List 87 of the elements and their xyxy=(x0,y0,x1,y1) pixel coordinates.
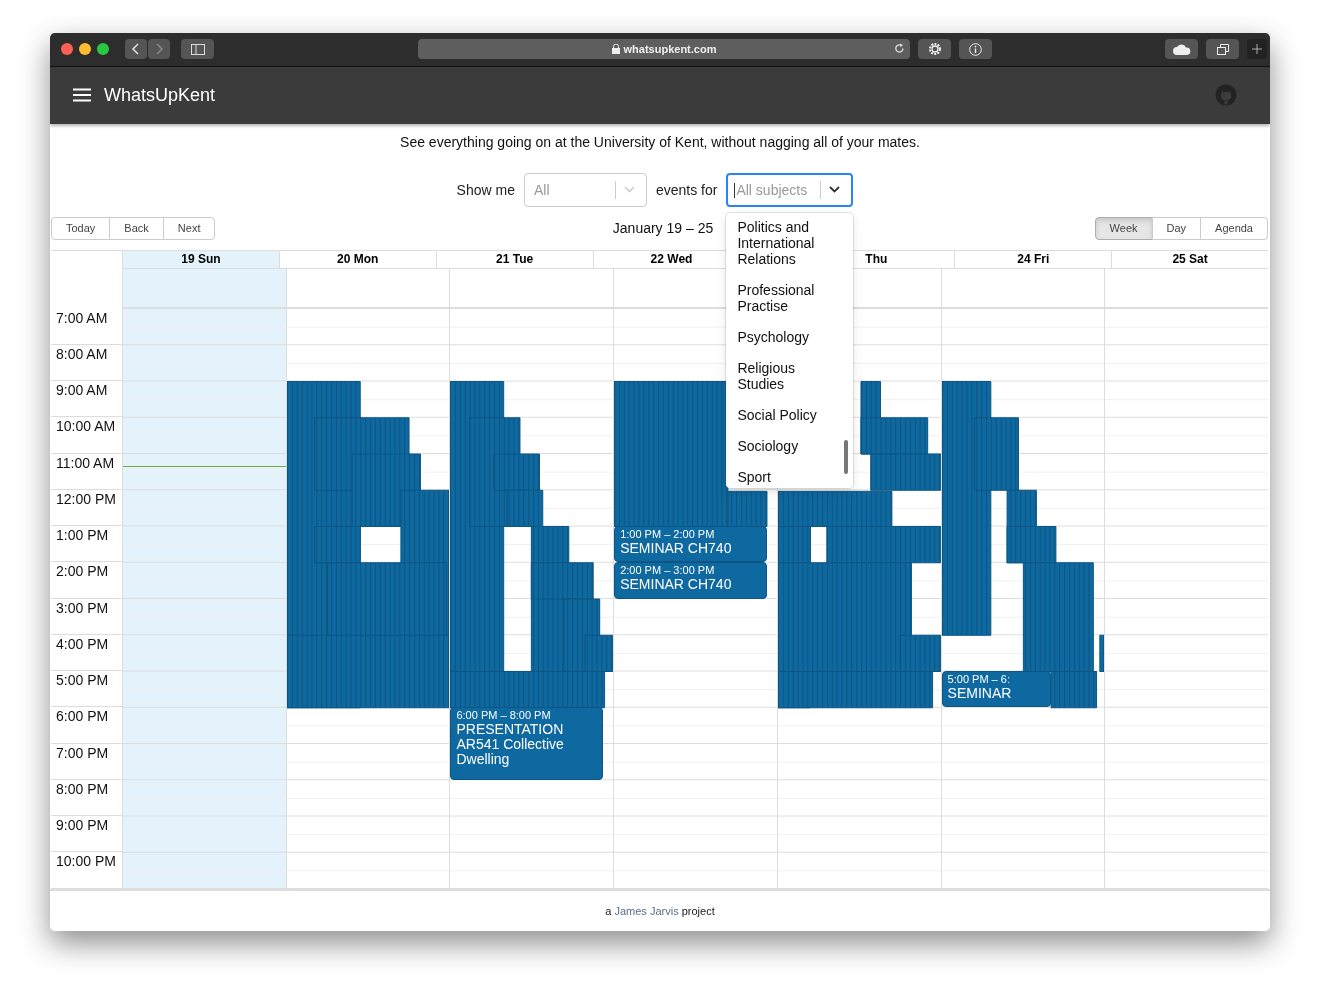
day-header: 24 Fri xyxy=(955,250,1113,269)
cloud-icon xyxy=(1172,43,1191,55)
dropdown-option[interactable]: Religious Studies xyxy=(737,359,842,407)
day-header: 25 Sat xyxy=(1112,250,1268,269)
time-label: 10:00 AM xyxy=(56,418,116,435)
event-block[interactable]: 1:00 PM – 2:00 PM SEMINAR CH740 xyxy=(614,526,768,563)
time-label: 9:00 AM xyxy=(56,382,108,399)
time-label: 8:00 PM xyxy=(56,780,109,797)
event-time: 1:00 PM – 2:00 PM xyxy=(620,528,715,542)
event-block[interactable]: 6:00 PM – 8:00 PM PRESENTATION AR541 Collective Dwelling xyxy=(450,707,604,780)
chevron-left-icon xyxy=(131,43,141,56)
gear-icon xyxy=(926,41,943,58)
dropdown-option[interactable]: Social Policy xyxy=(737,406,842,438)
time-label: 1:00 PM xyxy=(56,527,109,544)
event-time: 2:00 PM – 3:00 PM xyxy=(620,564,715,578)
back-button[interactable] xyxy=(125,39,147,60)
dropdown-option[interactable]: Politics and International Relations xyxy=(737,218,842,282)
settings-button[interactable] xyxy=(918,39,951,60)
overlapping-events-drawing[interactable] xyxy=(727,490,768,527)
event-title: PRESENTATION AR541 Collective Dwelling xyxy=(456,722,565,768)
cloud-tabs-button[interactable] xyxy=(1165,39,1198,60)
overlapping-events-drawing[interactable] xyxy=(860,380,941,491)
sidebar-button[interactable] xyxy=(181,39,214,60)
time-label: 7:00 AM xyxy=(56,309,108,326)
new-tab-button[interactable] xyxy=(1247,39,1267,60)
event-title: SEMINAR xyxy=(947,686,1012,702)
nav-button[interactable]: Today xyxy=(51,216,111,240)
overlapping-events-drawing[interactable] xyxy=(777,490,941,708)
filter-label: Show me xyxy=(456,181,515,198)
footer-credit: a James Jarvis project xyxy=(605,904,715,917)
time-label: 9:00 PM xyxy=(56,817,109,834)
nav-button[interactable]: Next xyxy=(162,216,216,240)
close-window-button[interactable] xyxy=(61,43,73,56)
dropdown-option[interactable]: Sport xyxy=(737,468,842,488)
chevron-down-icon xyxy=(623,186,635,194)
event-title: SEMINAR CH740 xyxy=(620,577,732,593)
tagline-text: See everything going on at the University of Kent, without nagging all of your mates. xyxy=(399,133,921,152)
view-tab[interactable]: Day xyxy=(1151,216,1202,240)
view-tab[interactable]: Agenda xyxy=(1200,216,1268,240)
time-label: 5:00 PM xyxy=(56,672,109,689)
day-header: 20 Mon xyxy=(279,250,437,269)
tabs-overview-button[interactable] xyxy=(1206,39,1239,60)
event-title: SEMINAR CH740 xyxy=(620,541,732,557)
lock-icon xyxy=(611,44,620,55)
forward-button[interactable] xyxy=(148,39,170,60)
time-label: 6:00 PM xyxy=(56,708,109,725)
app-title: WhatsUpKent xyxy=(104,84,216,106)
filter-label: events for xyxy=(655,181,718,198)
chevron-down-icon xyxy=(829,186,841,194)
dropdown-option[interactable]: Sociology xyxy=(737,437,842,469)
menu-icon[interactable] xyxy=(73,88,91,103)
scrollbar-thumb[interactable] xyxy=(844,439,849,474)
dropdown-option[interactable]: Professional Practise xyxy=(737,281,842,329)
event-block[interactable]: 2:00 PM – 3:00 PM SEMINAR CH740 xyxy=(614,562,768,599)
date-range-title: January 19 – 25 xyxy=(612,220,714,237)
overlapping-events-drawing[interactable] xyxy=(286,380,450,708)
time-label: 10:00 PM xyxy=(56,853,116,870)
time-label: 4:00 PM xyxy=(56,635,109,652)
url-text: whatsupkent.com xyxy=(623,43,717,56)
zoom-window-button[interactable] xyxy=(97,43,109,56)
overlapping-events-drawing[interactable] xyxy=(941,380,1105,672)
event-block[interactable]: 5:00 PM – 6: SEMINAR xyxy=(941,671,1051,708)
day-header: 19 Sun xyxy=(123,250,280,269)
time-label: 12:00 PM xyxy=(56,490,116,507)
time-label: 8:00 AM xyxy=(56,345,108,362)
time-label: 3:00 PM xyxy=(56,599,109,616)
windows-icon xyxy=(1216,43,1229,55)
minimize-window-button[interactable] xyxy=(79,43,91,56)
plus-icon xyxy=(1252,44,1262,55)
chevron-right-icon xyxy=(154,43,164,56)
event-time: 6:00 PM – 8:00 PM xyxy=(456,709,551,723)
day-header: 21 Tue xyxy=(436,250,594,269)
nav-button[interactable]: Back xyxy=(109,216,164,240)
time-label: 7:00 PM xyxy=(56,744,109,761)
view-tab[interactable]: Week xyxy=(1094,216,1153,240)
reload-icon[interactable] xyxy=(894,43,905,55)
author-link[interactable]: James Jarvis xyxy=(614,904,679,917)
time-label: 2:00 PM xyxy=(56,563,109,580)
dropdown-option[interactable]: Psychology xyxy=(737,328,842,360)
overlapping-events-drawing[interactable] xyxy=(450,380,614,708)
time-label: 11:00 AM xyxy=(56,454,115,471)
info-icon xyxy=(969,42,982,56)
placeholder-text: All subjects xyxy=(736,181,809,198)
address-bar[interactable]: whatsupkent.com xyxy=(418,39,910,60)
sidebar-icon xyxy=(190,43,205,55)
info-button[interactable] xyxy=(959,39,992,60)
event-time: 5:00 PM – 6: xyxy=(947,673,1010,687)
